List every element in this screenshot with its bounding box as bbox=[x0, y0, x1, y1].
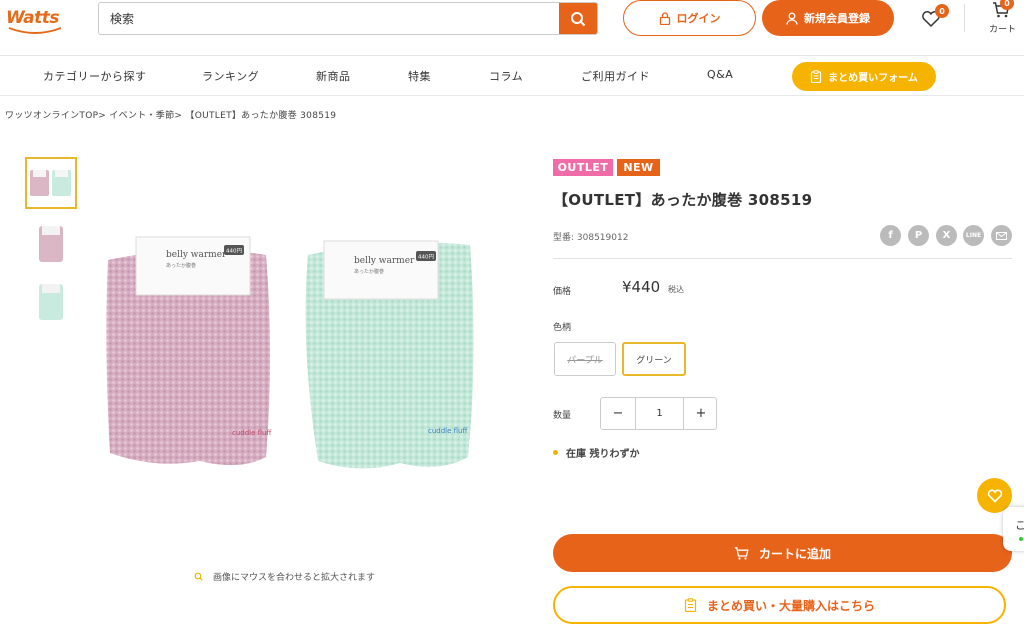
package-label-text: belly warmer bbox=[354, 256, 415, 266]
login-label: ログイン bbox=[676, 12, 721, 25]
price-sticker-text: 440円 bbox=[418, 254, 434, 261]
register-label: 新規会員登録 bbox=[804, 12, 870, 25]
bulk-order-form-label: まとめ買いフォーム bbox=[828, 73, 918, 84]
cart-label: カート bbox=[989, 25, 1017, 35]
zoom-hint-text: 画像にマウスを合わせると拡大されます bbox=[213, 573, 376, 583]
quantity-stepper: − 1 + bbox=[600, 397, 717, 430]
variant-green[interactable]: グリーン bbox=[622, 342, 686, 376]
cart-icon bbox=[734, 546, 749, 560]
price-label: 価格 bbox=[553, 287, 572, 297]
add-to-cart-label: カートに追加 bbox=[758, 546, 831, 561]
stock-dot-icon bbox=[553, 450, 558, 455]
search-button[interactable] bbox=[559, 3, 597, 34]
gallery-thumbnail-3[interactable] bbox=[25, 276, 77, 328]
nav-item-categories[interactable]: カテゴリーから探す bbox=[43, 68, 147, 84]
register-button[interactable]: 新規会員登録 bbox=[762, 0, 894, 36]
site-logo[interactable]: Watts bbox=[4, 4, 72, 36]
bulk-purchase-button[interactable]: まとめ買い・大量購入はこちら bbox=[553, 586, 1006, 624]
bulk-purchase-label: まとめ買い・大量購入はこちら bbox=[706, 598, 875, 613]
user-icon bbox=[786, 12, 798, 25]
nav-item-features[interactable]: 特集 bbox=[408, 68, 431, 84]
price-sticker-text: 440円 bbox=[226, 248, 242, 255]
embroidery-text: cuddle fluff bbox=[232, 429, 271, 437]
green-variant-thumbnail-image bbox=[39, 284, 63, 320]
zoom-hint: 画像にマウスを合わせると拡大されます bbox=[194, 570, 375, 583]
clipboard-icon bbox=[684, 598, 697, 612]
main-nav: カテゴリーから探す ランキング 新商品 特集 コラム ご利用ガイド Q&A まと… bbox=[0, 56, 1024, 96]
x-icon[interactable]: X bbox=[936, 225, 957, 246]
clipboard-icon bbox=[811, 70, 822, 83]
cart-count-badge: 0 bbox=[1000, 0, 1014, 10]
search-bar bbox=[98, 2, 598, 35]
header-divider bbox=[964, 4, 965, 32]
nav-item-new-products[interactable]: 新商品 bbox=[316, 68, 351, 84]
envelope-icon bbox=[996, 231, 1007, 240]
mail-icon[interactable] bbox=[991, 225, 1012, 246]
quantity-decrease-button[interactable]: − bbox=[601, 398, 635, 429]
gallery-thumbnail-1[interactable] bbox=[25, 157, 77, 209]
purple-variant-thumbnail-image bbox=[39, 226, 63, 262]
price-value: ¥440 bbox=[622, 278, 661, 296]
logo-smile-icon bbox=[8, 27, 62, 34]
line-icon[interactable]: LINE bbox=[963, 225, 984, 246]
nav-item-column[interactable]: コラム bbox=[489, 68, 523, 84]
tax-label: 税込 bbox=[668, 285, 684, 294]
quantity-increase-button[interactable]: + bbox=[684, 398, 718, 429]
heart-icon bbox=[987, 489, 1002, 503]
product-thumbnail-image bbox=[30, 170, 71, 196]
outlet-tag: OUTLET bbox=[553, 159, 613, 176]
package-label-text: belly warmer bbox=[166, 250, 227, 260]
stock-status-text: 在庫 残りわずか bbox=[566, 449, 640, 460]
side-chat-tab[interactable]: こ bbox=[1003, 507, 1024, 551]
divider bbox=[553, 258, 1012, 259]
color-label: 色柄 bbox=[553, 323, 572, 333]
package-sublabel-text: あったか腹巻 bbox=[166, 262, 196, 269]
nav-item-qa[interactable]: Q&A bbox=[707, 68, 733, 81]
product-title: 【OUTLET】あったか腹巻 308519 bbox=[553, 191, 813, 209]
package-sublabel-text: あったか腹巻 bbox=[354, 268, 384, 275]
product-main-image[interactable]: belly warmer あったか腹巻 440円 belly warmer あっ… bbox=[100, 225, 480, 485]
magnifier-icon bbox=[194, 572, 203, 581]
login-button[interactable]: ログイン bbox=[623, 0, 756, 36]
model-number: 型番: 308519012 bbox=[553, 233, 629, 243]
gallery-thumbnail-2[interactable] bbox=[25, 218, 77, 270]
embroidery-text: cuddle fluff bbox=[428, 427, 467, 435]
favorites-count-badge: 0 bbox=[935, 4, 949, 18]
add-to-cart-button[interactable]: カートに追加 bbox=[553, 534, 1012, 572]
favorites-link[interactable]: 0 bbox=[921, 4, 949, 32]
nav-item-ranking[interactable]: ランキング bbox=[202, 68, 259, 84]
breadcrumb[interactable]: ワッツオンラインTOP> イベント・季節> 【OUTLET】あったか腹巻 308… bbox=[5, 108, 336, 121]
side-tab-text: こ bbox=[1015, 519, 1024, 532]
search-input[interactable] bbox=[100, 4, 560, 33]
search-icon bbox=[571, 11, 586, 26]
site-header: Watts ログイン 新規会員登録 0 bbox=[0, 0, 1024, 56]
quantity-label: 数量 bbox=[553, 411, 572, 421]
quantity-value[interactable]: 1 bbox=[635, 398, 684, 429]
variant-purple[interactable]: パープル bbox=[554, 342, 616, 376]
logo-text: Watts bbox=[6, 8, 59, 28]
online-status-dot bbox=[1019, 537, 1023, 541]
facebook-icon[interactable]: f bbox=[880, 225, 901, 246]
nav-item-guide[interactable]: ご利用ガイド bbox=[581, 68, 650, 84]
stock-status: 在庫 残りわずか bbox=[553, 445, 639, 460]
lock-icon bbox=[659, 11, 670, 25]
pinterest-icon[interactable]: P bbox=[908, 225, 929, 246]
new-tag: NEW bbox=[617, 159, 660, 176]
bulk-order-form-button[interactable]: まとめ買いフォーム bbox=[792, 62, 936, 91]
